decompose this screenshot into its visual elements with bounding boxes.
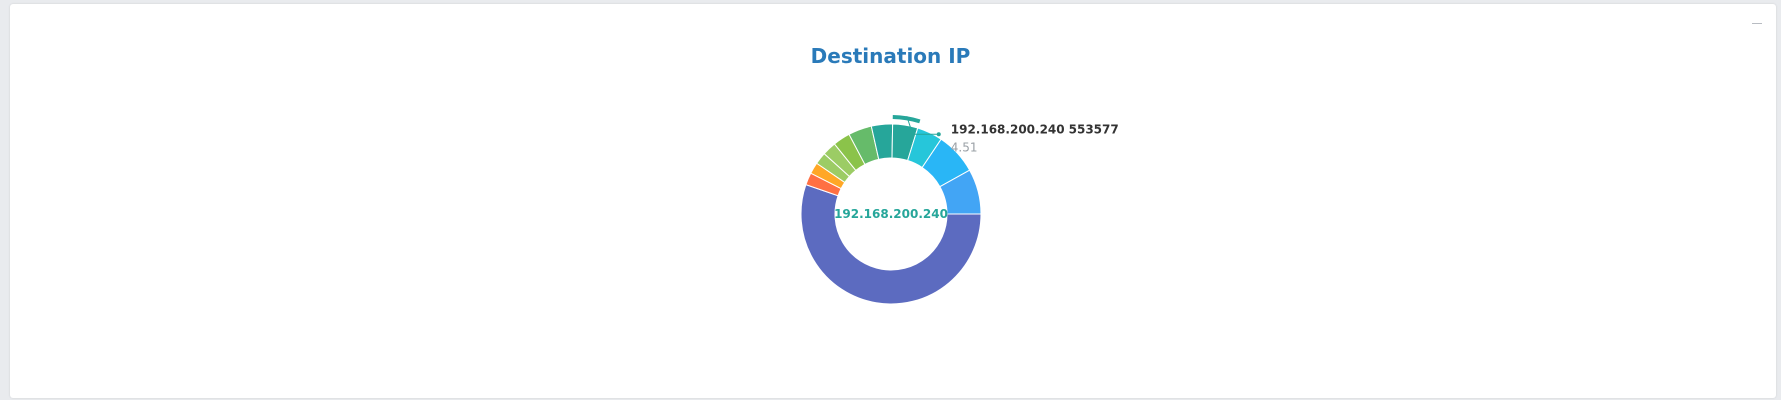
tooltip-percent: 4.51	[951, 140, 978, 154]
center-label: 192.168.200.240	[834, 207, 948, 221]
tooltip-label-ip: 192.168.200.240	[951, 122, 1065, 136]
tooltip-leader-dot	[936, 132, 941, 137]
donut-chart: 192.168.200.240 192.168.200.240 553577 4.…	[800, 115, 1119, 305]
highlight-arc	[892, 115, 921, 124]
tooltip-label-value: 553577	[1069, 122, 1119, 136]
tooltip-label: 192.168.200.240 553577	[951, 122, 1119, 136]
